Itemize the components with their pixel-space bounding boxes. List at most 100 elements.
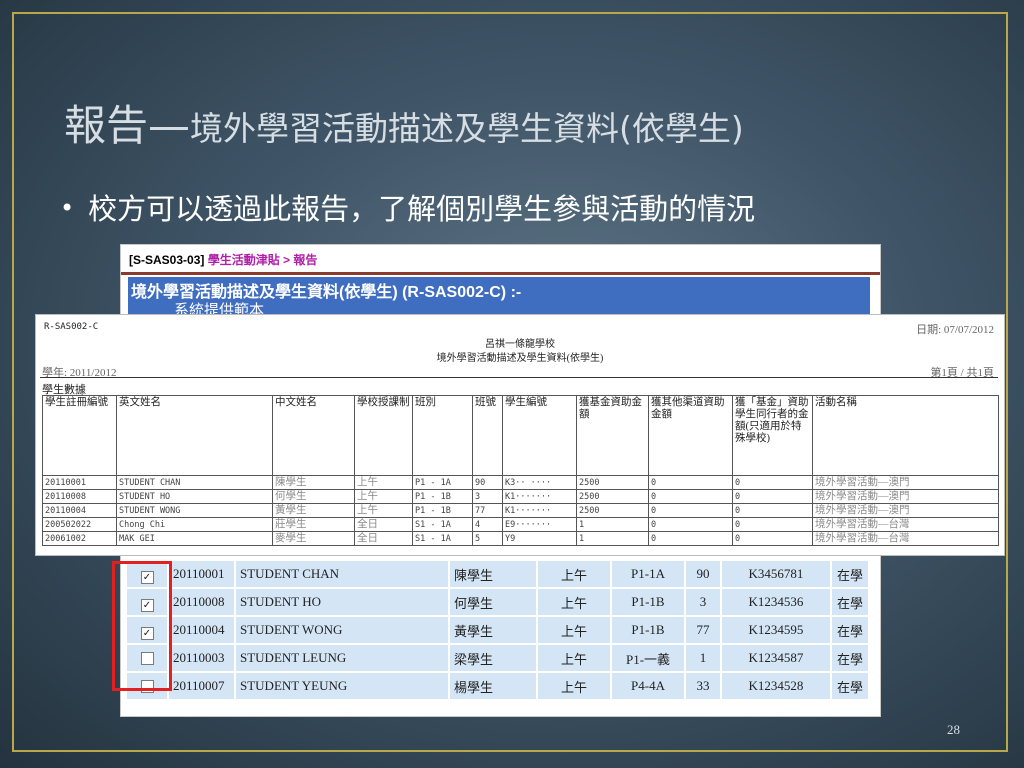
report-cell: 0 (648, 475, 733, 490)
report-cell: 何學生 (272, 489, 355, 504)
report-header-row: 學生註冊編號 英文姓名 中文姓名 學校授課制 班別 班號 學生編號 獲基金資助金… (42, 395, 999, 476)
chinese-name-cell: 何學生 (448, 587, 538, 617)
report-cell: 0 (648, 517, 733, 532)
table-row[interactable]: 20110007 STUDENT YEUNG 楊學生 上午 P4-4A 33 K… (125, 671, 870, 701)
report-cell: MAK GEI (116, 531, 273, 546)
title-prefix: 報告— (64, 101, 191, 150)
report-cell: 2500 (576, 475, 649, 490)
reg-no-cell: 20110004 (167, 615, 236, 645)
report-cell: 全日 (354, 531, 413, 546)
bullet-text: 校方可以透過此報告，了解個別學生參與活動的情況 (88, 192, 756, 226)
class-cell: P1-1A (610, 559, 686, 589)
report-cell: P1 - 1B (412, 489, 473, 504)
english-name-cell: STUDENT LEUNG (234, 643, 450, 673)
report-cell: 0 (732, 475, 813, 490)
breadcrumb: [S-SAS03-03] 學生活動津貼 > 報告 (129, 251, 317, 268)
report-col-header: 學生編號 (502, 395, 577, 476)
class-no-cell: 3 (684, 587, 722, 617)
report-cell: 0 (732, 503, 813, 518)
report-cell: 20110001 (42, 475, 117, 490)
report-cell: 1 (576, 531, 649, 546)
student-id-cell: K1234587 (720, 643, 832, 673)
breadcrumb-code: [S-SAS03-03] (129, 253, 205, 267)
class-cell: P4-4A (610, 671, 686, 701)
report-code: R-SAS002-C (44, 322, 99, 332)
report-cell: 全日 (354, 517, 413, 532)
session-cell: 上午 (536, 643, 612, 673)
chinese-name-cell: 陳學生 (448, 559, 538, 589)
report-school-name: 呂祺一條龍學校 (485, 339, 555, 350)
chinese-name-cell: 梁學生 (448, 643, 538, 673)
status-cell: 在學 (830, 643, 870, 673)
chinese-name-cell: 黃學生 (448, 615, 538, 645)
report-row: 20110004 STUDENT WONG 黃學生 上午 P1 - 1B 77 … (42, 503, 999, 518)
report-cell: 200502022 (42, 517, 117, 532)
table-row[interactable]: ✓ 20110001 STUDENT CHAN 陳學生 上午 P1-1A 90 … (125, 559, 870, 589)
report-cell: STUDENT WONG (116, 503, 273, 518)
report-cell: 境外學習活動—澳門 (812, 489, 999, 504)
report-cell: 黃學生 (272, 503, 355, 518)
session-cell: 上午 (536, 587, 612, 617)
report-cell: 0 (648, 531, 733, 546)
report-cell: 上午 (354, 489, 413, 504)
report-col-header: 班別 (412, 395, 473, 476)
printed-report: R-SAS002-C 日期: 07/07/2012 呂祺一條龍學校 境外學習活動… (36, 315, 1004, 555)
report-cell: 4 (472, 517, 503, 532)
session-cell: 上午 (536, 671, 612, 701)
bullet-point: • 校方可以透過此報告，了解個別學生參與活動的情況 (60, 186, 755, 228)
reg-no-cell: 20110008 (167, 587, 236, 617)
report-cell: 0 (732, 517, 813, 532)
bullet-dot-icon: • (60, 194, 75, 222)
report-cell: S1 - 1A (412, 531, 473, 546)
student-id-cell: K1234528 (720, 671, 832, 701)
report-subtitle: 境外學習活動描述及學生資料(依學生) (436, 353, 604, 364)
chinese-name-cell: 楊學生 (448, 671, 538, 701)
report-col-header: 獲其他渠道資助金額 (648, 395, 733, 476)
report-cell: K1······· (502, 503, 577, 518)
report-cell: 0 (732, 531, 813, 546)
report-row: 20061002 MAK GEI 麥學生 全日 S1 - 1A 5 Y9 1 0… (42, 531, 999, 546)
report-cell: 境外學習活動—澳門 (812, 475, 999, 490)
report-cell: Y9 (502, 531, 577, 546)
student-id-cell: K1234536 (720, 587, 832, 617)
report-cell: 90 (472, 475, 503, 490)
report-cell: 上午 (354, 503, 413, 518)
title-main: 境外學習活動描述及學生資料(依學生) (190, 109, 744, 148)
report-col-header: 英文姓名 (116, 395, 273, 476)
report-cell: 20110004 (42, 503, 117, 518)
reg-no-cell: 20110003 (167, 643, 236, 673)
session-cell: 上午 (536, 615, 612, 645)
report-cell: 麥學生 (272, 531, 355, 546)
breadcrumb-divider (121, 272, 880, 275)
checkbox-highlight-box (112, 561, 172, 691)
report-cell: 2500 (576, 489, 649, 504)
report-col-header: 獲基金資助金額 (576, 395, 649, 476)
class-cell: P1-1B (610, 615, 686, 645)
class-cell: P1-一義 (610, 643, 686, 673)
report-row: 20110001 STUDENT CHAN 陳學生 上午 P1 - 1A 90 … (42, 475, 999, 490)
table-row[interactable]: ✓ 20110004 STUDENT WONG 黃學生 上午 P1-1B 77 … (125, 615, 870, 645)
breadcrumb-link[interactable]: 學生活動津貼 > 報告 (208, 253, 318, 267)
session-cell: 上午 (536, 559, 612, 589)
student-id-cell: K3456781 (720, 559, 832, 589)
report-cell: 陳學生 (272, 475, 355, 490)
english-name-cell: STUDENT CHAN (234, 559, 450, 589)
table-row[interactable]: 20110003 STUDENT LEUNG 梁學生 上午 P1-一義 1 K1… (125, 643, 870, 673)
table-row[interactable]: ✓ 20110008 STUDENT HO 何學生 上午 P1-1B 3 K12… (125, 587, 870, 617)
student-id-cell: K1234595 (720, 615, 832, 645)
report-row: 20110008 STUDENT HO 何學生 上午 P1 - 1B 3 K1·… (42, 489, 999, 504)
report-cell: K3·· ···· (502, 475, 577, 490)
report-cell: 77 (472, 503, 503, 518)
report-cell: P1 - 1A (412, 475, 473, 490)
class-no-cell: 1 (684, 643, 722, 673)
report-row: 200502022 Chong Chi 莊學生 全日 S1 - 1A 4 E9·… (42, 517, 999, 532)
report-col-header: 獲「基金」資助學生同行者的金額(只適用於特殊學校) (732, 395, 813, 476)
status-cell: 在學 (830, 615, 870, 645)
report-cell: 境外學習活動—台灣 (812, 531, 999, 546)
class-no-cell: 77 (684, 615, 722, 645)
report-col-header: 活動名稱 (812, 395, 999, 476)
status-cell: 在學 (830, 587, 870, 617)
slide-title: 報告—境外學習活動描述及學生資料(依學生) (64, 92, 744, 153)
report-cell: S1 - 1A (412, 517, 473, 532)
english-name-cell: STUDENT YEUNG (234, 671, 450, 701)
